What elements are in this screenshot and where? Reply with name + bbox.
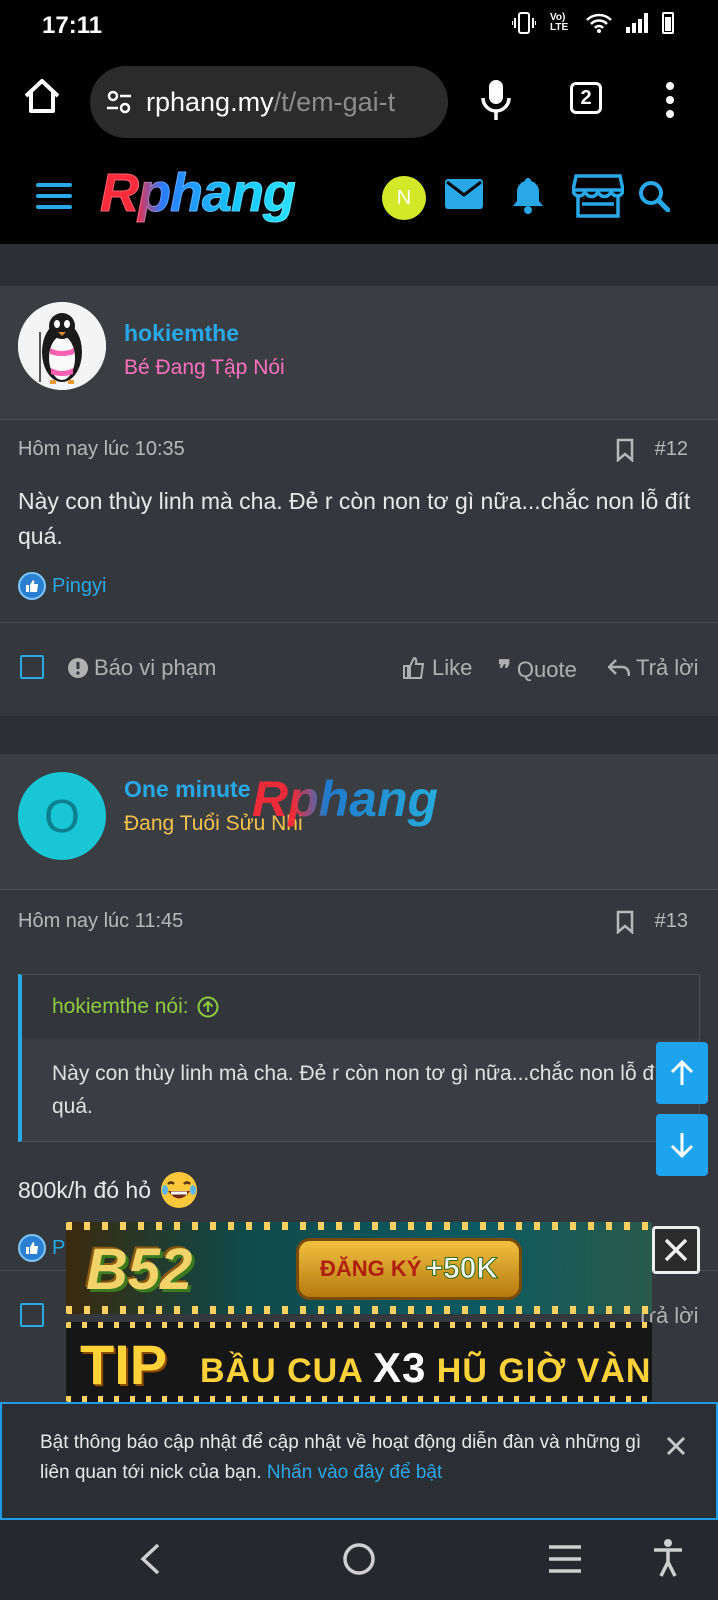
android-navigation-bar <box>0 1520 718 1600</box>
quote-text: Này con thùy linh mà cha. Đẻ r còn non t… <box>22 1039 699 1141</box>
ad-tip-text: BẦU CUA X3 HŨ GIỜ VÀNG <box>200 1344 652 1391</box>
report-button[interactable]: Báo vi phạm <box>68 655 216 681</box>
scroll-top-button[interactable] <box>656 1042 708 1104</box>
vibrate-icon <box>512 12 536 34</box>
jump-up-icon <box>197 996 219 1018</box>
bookmark-icon[interactable] <box>616 910 634 934</box>
wifi-icon <box>586 13 612 33</box>
site-settings-icon[interactable] <box>106 89 132 115</box>
post-number[interactable]: #13 <box>655 910 688 933</box>
notification-bell-icon[interactable] <box>510 176 546 214</box>
more-options-icon[interactable] <box>666 82 674 118</box>
scroll-bottom-button[interactable] <box>656 1114 708 1176</box>
post-body: 800k/h đó hỏ <box>18 1170 708 1210</box>
volte-icon: Vo) LTE <box>550 12 569 33</box>
bookmark-icon[interactable] <box>616 438 634 462</box>
ad-b52-signup-button[interactable]: ĐĂNG KÝ +50K <box>296 1238 522 1300</box>
ad-banner-b52[interactable]: B52 ĐĂNG KÝ +50K <box>66 1222 652 1314</box>
alert-icon <box>68 658 88 678</box>
microphone-icon[interactable] <box>478 78 514 122</box>
like-button[interactable]: Like <box>402 655 472 681</box>
quote-button[interactable]: ❞ Quote <box>498 655 577 684</box>
url-domain: rphang.my <box>146 86 274 117</box>
ad-close-button[interactable] <box>652 1226 700 1274</box>
watermark-logo: Rphang <box>252 771 439 827</box>
browser-toolbar: rphang.my/t/em-gai-t 2 <box>0 52 718 152</box>
post-number[interactable]: #12 <box>655 438 688 461</box>
address-bar[interactable]: rphang.my/t/em-gai-t <box>90 66 448 138</box>
post-date[interactable]: Hôm nay lúc 10:35 <box>18 438 185 461</box>
reaction-user[interactable]: P <box>52 1237 65 1260</box>
post-reactions[interactable]: Pingyi <box>18 572 106 600</box>
post-body: Này con thùy linh mà cha. Đẻ r còn non t… <box>18 488 691 549</box>
home-icon[interactable] <box>22 76 62 116</box>
back-icon[interactable] <box>138 1542 162 1576</box>
reply-button[interactable]: Trả lời <box>608 655 699 681</box>
ad-tip-brand: TIP <box>80 1333 168 1396</box>
post-date[interactable]: Hôm nay lúc 11:45 <box>18 910 183 933</box>
quote-icon: ❞ <box>498 656 511 683</box>
hamburger-menu-icon[interactable] <box>36 182 72 210</box>
ad-b52-brand: B52 <box>86 1237 193 1302</box>
accessibility-icon[interactable] <box>652 1538 684 1578</box>
tab-switcher-button[interactable]: 2 <box>570 82 602 114</box>
site-header: Rphang N <box>0 152 718 244</box>
search-icon[interactable] <box>638 180 670 212</box>
enable-notifications-link[interactable]: Nhấn vào đây để bật <box>267 1462 442 1483</box>
user-avatar-penguin[interactable] <box>18 302 106 390</box>
mail-icon[interactable] <box>444 178 484 210</box>
url-path: /t/em-gai-t <box>273 86 396 117</box>
like-reaction-icon <box>18 572 46 600</box>
post-user-header: hokiemthe Bé Đang Tập Nói <box>0 286 718 420</box>
signal-icon <box>626 13 648 33</box>
post-username[interactable]: One minute <box>124 776 251 803</box>
quote-author-link[interactable]: hokiemthe nói: <box>22 975 699 1039</box>
home-circle-icon[interactable] <box>342 1542 376 1576</box>
quote-block: hokiemthe nói: Này con thùy linh mà cha.… <box>18 974 700 1142</box>
site-logo[interactable]: Rphang <box>100 162 297 224</box>
post-username[interactable]: hokiemthe <box>124 320 239 347</box>
arrow-up-icon <box>670 1059 694 1085</box>
post-user-title: Bé Đang Tập Nói <box>124 356 285 379</box>
reply-arrow-icon <box>608 659 630 677</box>
reaction-user[interactable]: Pingyi <box>52 575 106 598</box>
store-icon[interactable] <box>572 172 624 218</box>
status-time: 17:11 <box>42 12 103 39</box>
battery-icon <box>662 12 674 34</box>
push-notification-banner: Bật thông báo cập nhật để cập nhật về ho… <box>0 1402 718 1520</box>
user-avatar-letter[interactable]: O <box>18 772 106 860</box>
like-reaction-icon <box>18 1234 46 1262</box>
status-icons: Vo) LTE <box>512 12 674 34</box>
penguin-avatar-icon <box>18 302 106 390</box>
recent-apps-icon[interactable] <box>548 1544 582 1574</box>
arrow-down-icon <box>670 1133 694 1159</box>
user-avatar[interactable]: N <box>382 176 426 220</box>
status-bar: 17:11 Vo) LTE <box>0 0 718 52</box>
notification-text: Bật thông báo cập nhật để cập nhật về ho… <box>40 1432 642 1483</box>
post-12: hokiemthe Bé Đang Tập Nói Hôm nay lúc 10… <box>0 286 718 716</box>
ad-banner-tip[interactable]: TIP BẦU CUA X3 HŨ GIỜ VÀNG <box>66 1322 652 1402</box>
close-icon[interactable] <box>666 1436 686 1456</box>
close-icon <box>664 1238 688 1262</box>
thumbs-up-icon <box>403 656 425 679</box>
select-post-checkbox[interactable] <box>20 1303 44 1327</box>
post-actions-bar: Báo vi phạm Like ❞ Quote Trả lời <box>0 622 718 712</box>
post-reactions[interactable]: P <box>18 1234 65 1262</box>
select-post-checkbox[interactable] <box>20 655 44 679</box>
laughing-emoji-icon <box>161 1172 198 1208</box>
